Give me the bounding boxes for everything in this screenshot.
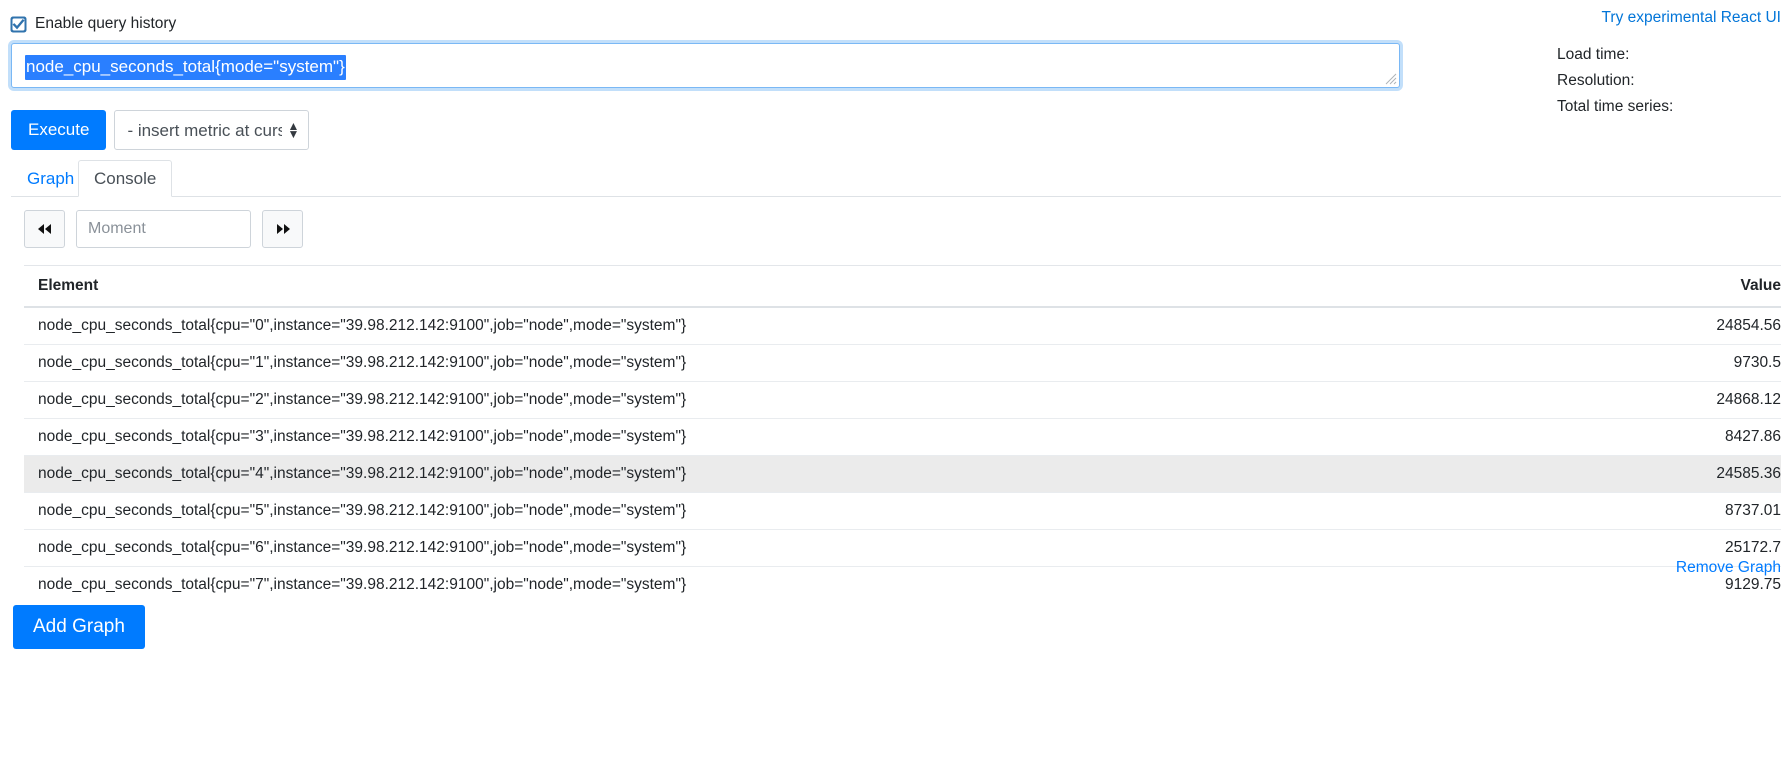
cell-value: 24854.56 (1473, 306, 1781, 345)
query-stats-resolution: Resolution: (1557, 72, 1635, 89)
query-stats-load-time: Load time: (1557, 46, 1630, 63)
cell-element: node_cpu_seconds_total{cpu="2",instance=… (24, 381, 1473, 419)
cell-value: 8427.86 (1473, 418, 1781, 456)
expression-input[interactable]: node_cpu_seconds_total{mode="system"} (11, 43, 1400, 88)
table-footer: Remove Graph (24, 551, 1781, 587)
add-graph-button[interactable]: Add Graph (13, 605, 145, 649)
insert-metric-select[interactable]: - insert metric at cursor - ▲▼ (114, 110, 310, 150)
cell-element: node_cpu_seconds_total{cpu="0",instance=… (24, 306, 1473, 345)
console-panel: Element Value node_cpu_seconds_total{cpu… (11, 197, 1781, 603)
table-header-row: Element Value (24, 265, 1781, 308)
cell-element: node_cpu_seconds_total{cpu="3",instance=… (24, 418, 1473, 456)
cell-value: 9730.5 (1473, 344, 1781, 382)
table-row[interactable]: node_cpu_seconds_total{cpu="1",instance=… (24, 344, 1781, 382)
moment-input[interactable] (76, 210, 251, 248)
cell-value: 8737.01 (1473, 492, 1781, 530)
resize-handle-icon[interactable] (1383, 71, 1397, 85)
query-history-toggle[interactable]: Enable query history (10, 13, 176, 35)
remove-graph-link[interactable]: Remove Graph (1676, 559, 1781, 577)
checkbox-checked-icon[interactable] (10, 16, 27, 33)
top-row: Enable query history Try experimental Re… (0, 0, 1781, 42)
cell-element: node_cpu_seconds_total{cpu="4",instance=… (24, 455, 1473, 493)
table-row[interactable]: node_cpu_seconds_total{cpu="3",instance=… (24, 418, 1781, 456)
tab-console[interactable]: Console (78, 160, 173, 197)
execute-button[interactable]: Execute (11, 110, 107, 150)
query-history-label: Enable query history (35, 15, 177, 33)
expression-browser-page: Enable query history Try experimental Re… (0, 0, 1781, 759)
moment-picker (24, 210, 303, 248)
cell-value: 24585.36 (1473, 455, 1781, 493)
select-updown-arrows-icon: ▲ ▼ (287, 119, 300, 141)
table-row[interactable]: node_cpu_seconds_total{cpu="0",instance=… (24, 306, 1781, 345)
query-stats: Load time: Resolution: Total time series… (1557, 42, 1781, 120)
insert-metric-select-value: - insert metric at cursor - (127, 121, 282, 140)
column-header-value: Value (1473, 265, 1781, 308)
column-header-element: Element (24, 265, 1473, 308)
cell-element: node_cpu_seconds_total{cpu="1",instance=… (24, 344, 1473, 382)
execute-row: Execute - insert metric at cursor - ▲▼ (11, 110, 310, 150)
table-row[interactable]: node_cpu_seconds_total{cpu="5",instance=… (24, 492, 1781, 530)
view-tabs: Graph Console (11, 160, 1781, 197)
double-chevron-left-icon[interactable] (24, 210, 65, 248)
expression-input-value[interactable]: node_cpu_seconds_total{mode="system"} (25, 55, 346, 80)
double-chevron-right-icon[interactable] (262, 210, 303, 248)
cell-element: node_cpu_seconds_total{cpu="5",instance=… (24, 492, 1473, 530)
table-row[interactable]: node_cpu_seconds_total{cpu="4",instance=… (24, 455, 1781, 493)
query-stats-total-series: Total time series: (1557, 98, 1674, 115)
cell-value: 24868.12 (1473, 381, 1781, 419)
table-row[interactable]: node_cpu_seconds_total{cpu="2",instance=… (24, 381, 1781, 419)
experimental-react-ui-link[interactable]: Try experimental React UI (1602, 9, 1781, 27)
